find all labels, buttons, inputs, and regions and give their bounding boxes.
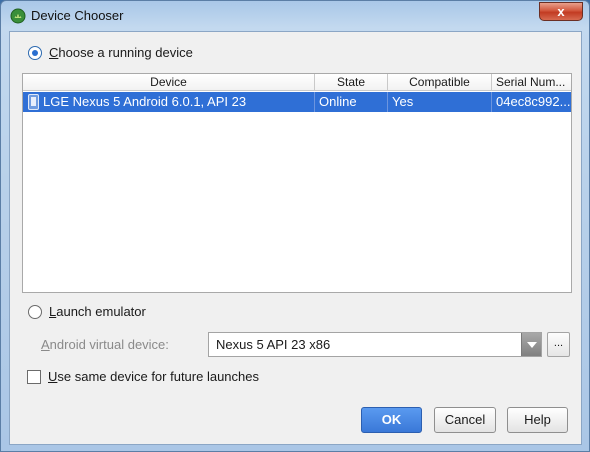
choose-running-device-label[interactable]: Choose a running device (49, 45, 193, 60)
launch-emulator-radio[interactable] (28, 305, 42, 319)
dialog-body: Choose a running device Device State Com… (9, 31, 582, 445)
phone-icon (28, 94, 39, 110)
compatible-cell: Yes (388, 92, 492, 112)
device-cell: LGE Nexus 5 Android 6.0.1, API 23 (43, 92, 315, 112)
launch-emulator-label[interactable]: Launch emulator (49, 304, 146, 319)
mnemonic: A (41, 337, 50, 352)
cancel-button[interactable]: Cancel (434, 407, 496, 433)
same-device-checkbox[interactable] (27, 370, 41, 384)
column-header-device[interactable]: Device (23, 74, 315, 91)
title-bar[interactable]: Device Chooser x (1, 1, 589, 31)
window-title: Device Chooser (31, 8, 124, 23)
label-text: se same device for future launches (57, 369, 259, 384)
same-device-label[interactable]: Use same device for future launches (48, 369, 259, 384)
column-header-compatible[interactable]: Compatible (388, 74, 492, 91)
choose-running-device-radio[interactable] (28, 46, 42, 60)
chevron-down-icon[interactable] (521, 333, 541, 356)
avd-select-value: Nexus 5 API 23 x86 (216, 337, 331, 352)
state-cell: Online (315, 92, 388, 112)
avd-browse-button[interactable]: ... (547, 332, 570, 357)
android-virtual-device-label: Android virtual device: (41, 337, 169, 352)
close-button[interactable]: x (539, 2, 583, 21)
android-studio-icon (10, 8, 26, 24)
column-header-state[interactable]: State (315, 74, 388, 91)
help-button[interactable]: Help (507, 407, 568, 433)
label-text: aunch emulator (56, 304, 146, 319)
table-row[interactable]: LGE Nexus 5 Android 6.0.1, API 23 Online… (23, 92, 571, 112)
ok-button[interactable]: OK (361, 407, 422, 433)
device-chooser-window: Device Chooser x Choose a running device… (0, 0, 590, 452)
label-text: hoose a running device (58, 45, 193, 60)
column-header-serial[interactable]: Serial Num... (492, 74, 571, 91)
mnemonic: C (49, 45, 59, 60)
device-table[interactable]: Device State Compatible Serial Num... LG… (22, 73, 572, 293)
table-header: Device State Compatible Serial Num... (23, 74, 571, 91)
avd-select[interactable]: Nexus 5 API 23 x86 (208, 332, 542, 357)
label-text: ndroid virtual device: (49, 337, 169, 352)
serial-cell: 04ec8c992... (496, 94, 571, 109)
mnemonic: U (48, 369, 58, 384)
